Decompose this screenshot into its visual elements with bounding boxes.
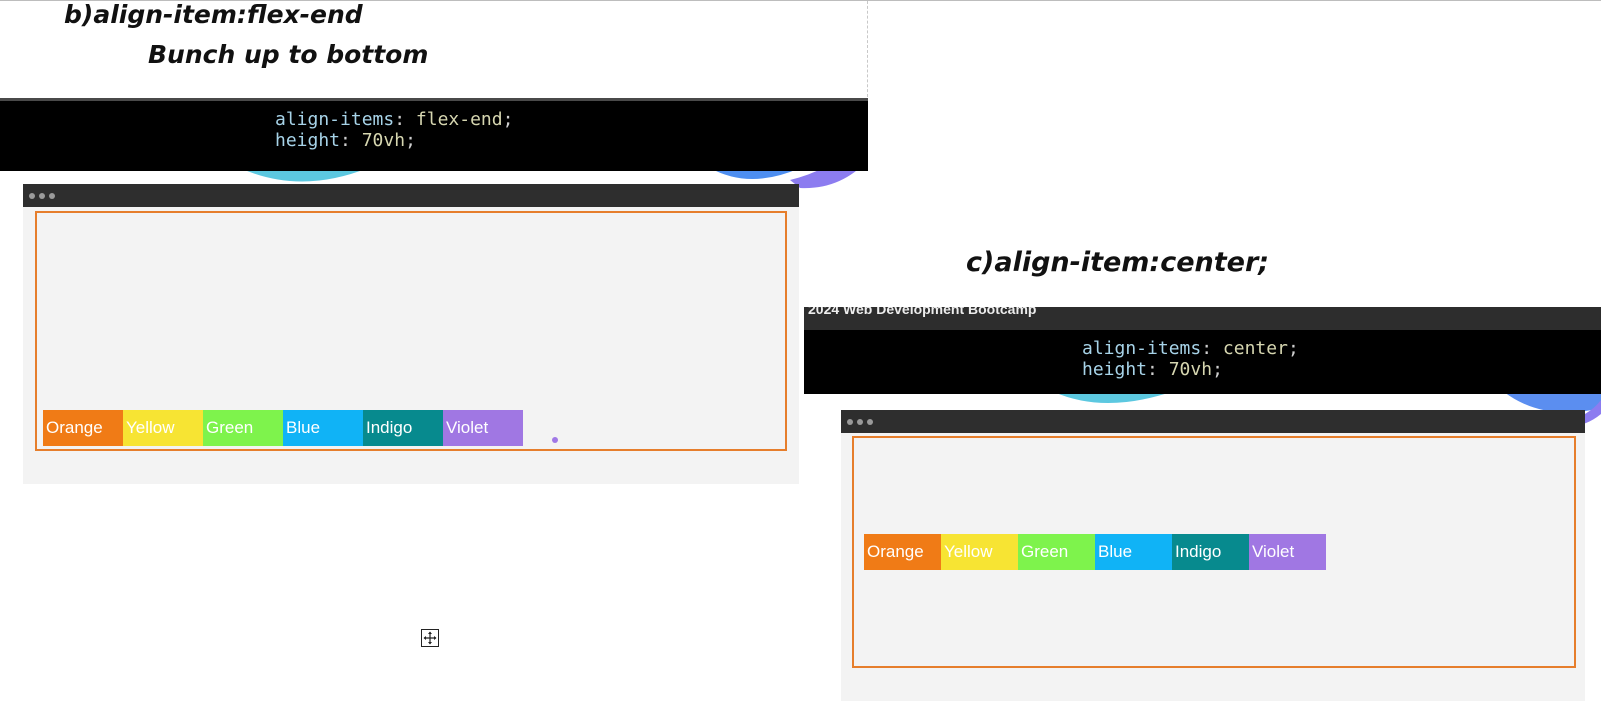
flex-item-blue: Blue	[283, 410, 363, 446]
code-line-2: height: 70vh;	[275, 130, 416, 151]
flex-item-indigo: Indigo	[1172, 534, 1249, 570]
flex-items-row: Orange Yellow Green Blue Indigo Violet	[43, 410, 523, 446]
heading-b-subtitle: Bunch up to bottom	[148, 40, 429, 69]
flex-items-row: Orange Yellow Green Blue Indigo Violet	[864, 534, 1326, 570]
window-dot-icon	[39, 193, 45, 199]
flex-item-violet: Violet	[443, 410, 523, 446]
window-dot-icon	[29, 193, 35, 199]
code-value: flex-end	[415, 109, 503, 130]
video-title-bar: 2024 Web Development Bootcamp	[804, 307, 1601, 330]
code-value: 70vh	[361, 130, 406, 151]
flex-item-yellow: Yellow	[941, 534, 1018, 570]
flex-item-green: Green	[1018, 534, 1095, 570]
section-divider	[867, 1, 868, 97]
flex-item-violet: Violet	[1249, 534, 1326, 570]
flex-item-blue: Blue	[1095, 534, 1172, 570]
heading-b: b)align-item:flex-end	[64, 0, 363, 29]
flex-item-green: Green	[203, 410, 283, 446]
browser-window-flex-end: Orange Yellow Green Blue Indigo Violet	[23, 184, 799, 484]
window-titlebar	[841, 410, 1585, 433]
video-title: 2024 Web Development Bootcamp	[808, 307, 1037, 317]
flex-container: Orange Yellow Green Blue Indigo Violet	[852, 436, 1576, 668]
window-dot-icon	[847, 419, 853, 425]
code-value: center	[1222, 338, 1288, 359]
flex-item-indigo: Indigo	[363, 410, 443, 446]
code-line-1: align-items: flex-end;	[275, 109, 514, 130]
flex-item-orange: Orange	[864, 534, 941, 570]
cursor-dot	[552, 437, 558, 443]
window-dot-icon	[857, 419, 863, 425]
flex-item-orange: Orange	[43, 410, 123, 446]
browser-window-center: Orange Yellow Green Blue Indigo Violet	[841, 410, 1585, 701]
flex-container: Orange Yellow Green Blue Indigo Violet	[35, 211, 787, 451]
code-panel-center: align-items: center; height: 70vh;	[804, 330, 1601, 394]
code-panel-flex-end: align-items: flex-end; height: 70vh;	[0, 98, 868, 171]
code-line-2: height: 70vh;	[1082, 359, 1223, 380]
code-property: height	[1082, 359, 1148, 380]
code-property: height	[275, 130, 341, 151]
code-property: align-items	[275, 109, 395, 130]
window-dot-icon	[867, 419, 873, 425]
code-property: align-items	[1082, 338, 1202, 359]
code-value: 70vh	[1168, 359, 1213, 380]
code-line-1: align-items: center;	[1082, 338, 1299, 359]
window-titlebar	[23, 184, 799, 207]
heading-c: c)align-item:center;	[966, 247, 1270, 278]
move-handle-icon[interactable]	[421, 629, 439, 647]
flex-item-yellow: Yellow	[123, 410, 203, 446]
window-dot-icon	[49, 193, 55, 199]
